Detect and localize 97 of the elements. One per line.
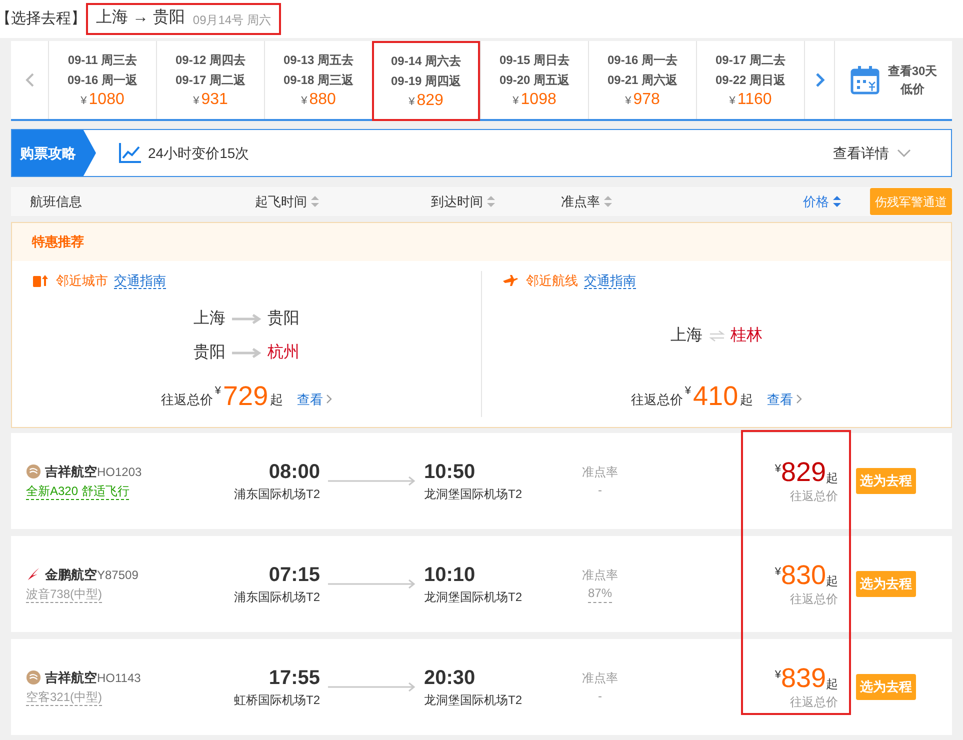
currency-sign: ¥ — [214, 384, 222, 399]
date-tab[interactable]: 09-12 周四去 09-17 周二返 ¥931 — [156, 41, 264, 119]
currency-sign: ¥ — [774, 462, 781, 477]
page-title: 【选择去程】 — [0, 8, 86, 29]
card-tag: 邻近城市 — [56, 271, 108, 290]
price-suffix: 起 — [826, 573, 838, 590]
sort-column[interactable]: 价格 — [803, 192, 863, 212]
price-suffix: 起 — [826, 470, 838, 487]
sort-column[interactable]: 起飞时间 — [255, 192, 431, 212]
airline-name: 金鹏航空Y87509 — [45, 566, 138, 584]
card-tag: 邻近航线 — [526, 271, 578, 290]
date-tab[interactable]: 09-15 周日去 09-20 周五返 ¥1098 — [480, 41, 588, 119]
departure-airport: 浦东国际机场T2 — [234, 486, 320, 503]
sort-icon — [833, 196, 841, 207]
date-tab[interactable]: 09-11 周三去 09-16 周一返 ¥1080 — [48, 41, 156, 119]
city-name: 杭州 — [268, 342, 300, 363]
city-name: 桂林 — [730, 326, 762, 346]
guide-label: 购票攻略 — [12, 130, 96, 176]
date-tab[interactable]: 09-17 周二去 09-22 周日返 ¥1160 — [696, 41, 804, 119]
price-label: 往返总价 — [790, 694, 838, 711]
airline-logo-icon — [26, 567, 41, 582]
price-label: 往返总价 — [160, 390, 213, 408]
departure-airport: 浦东国际机场T2 — [234, 589, 320, 606]
route-date: 09月14号 周六 — [192, 12, 271, 29]
details-link[interactable]: 查看详情 — [833, 142, 911, 164]
aircraft-type: 波音738(中型) — [26, 586, 102, 604]
chevron-right-icon — [326, 394, 332, 404]
calendar-link[interactable]: 查看30天 低价 — [834, 41, 952, 119]
round-trip-icon — [708, 330, 724, 342]
ontime-rate: 87% — [588, 584, 612, 602]
chevron-left-icon — [24, 72, 34, 88]
city-transfer-icon — [32, 272, 50, 289]
date-tab[interactable]: 09-14 周六去 09-19 周四返 ¥829 — [372, 41, 480, 121]
trend-chart-icon — [118, 142, 142, 164]
ontime-label: 准点率 — [582, 670, 618, 687]
chevron-right-icon — [814, 72, 824, 88]
arrival-time: 10:10 — [424, 563, 476, 588]
sort-icon — [604, 196, 612, 207]
aircraft-type: 全新A320 舒适飞行 — [26, 483, 130, 500]
route-title: 上海 → 贵阳 — [96, 8, 185, 28]
date-tab[interactable]: 09-16 周一去 09-21 周六返 ¥978 — [588, 41, 696, 119]
city-name: 贵阳 — [268, 308, 300, 329]
flight-price: 830 — [780, 560, 826, 590]
price-label: 往返总价 — [790, 591, 838, 608]
price-suffix: 起 — [826, 676, 838, 693]
arrow-icon — [232, 348, 262, 358]
price-suffix: 起 — [270, 390, 284, 408]
departure-time: 07:15 — [268, 563, 320, 588]
departure-time: 17:55 — [268, 666, 320, 691]
price-suffix: 起 — [740, 390, 754, 408]
airline-logo-icon — [26, 670, 41, 685]
currency-sign: ¥ — [774, 565, 781, 580]
chevron-down-icon — [897, 149, 911, 157]
section-title: 特惠推荐 — [32, 233, 84, 252]
airline-logo-icon — [26, 464, 41, 479]
ontime-label: 准点率 — [582, 464, 618, 481]
ontime-label: 准点率 — [582, 566, 618, 584]
aircraft-type: 空客321(中型) — [26, 689, 102, 706]
airline-name: 吉祥航空HO1203 — [45, 462, 142, 481]
route-arrow-icon — [328, 579, 416, 589]
sort-icon — [311, 196, 319, 207]
ontime-rate: - — [598, 688, 602, 705]
transport-guide-link[interactable]: 交通指南 — [584, 272, 636, 289]
arrival-time: 10:50 — [424, 460, 476, 485]
deal-price: 729 — [223, 381, 268, 411]
arrival-time: 20:30 — [424, 666, 476, 691]
ontime-rate: - — [598, 482, 602, 499]
departure-airport: 虹桥国际机场T2 — [234, 692, 320, 709]
flight-price: 839 — [780, 663, 826, 693]
sort-column[interactable]: 准点率 — [561, 192, 803, 212]
plane-transfer-icon — [502, 272, 520, 289]
chevron-right-icon — [796, 394, 802, 404]
view-link[interactable]: 查看 — [297, 390, 332, 409]
price-change-text: 24小时变价15次 — [148, 144, 250, 162]
city-name: 贵阳 — [194, 342, 226, 363]
city-name: 上海 — [670, 326, 702, 346]
sort-icon — [487, 196, 495, 207]
arrival-airport: 龙洞堡国际机场T2 — [424, 692, 522, 709]
route-arrow-icon — [328, 682, 416, 692]
city-name: 上海 — [194, 308, 226, 329]
view-link[interactable]: 查看 — [767, 390, 802, 409]
flight-price: 829 — [780, 457, 826, 487]
price-label: 往返总价 — [790, 488, 838, 505]
calendar-icon — [850, 65, 880, 95]
route-arrow-icon — [328, 476, 416, 486]
currency-sign: ¥ — [774, 668, 781, 683]
sort-column[interactable]: 航班信息 — [11, 192, 255, 212]
airline-name: 吉祥航空HO1143 — [45, 668, 141, 687]
currency-sign: ¥ — [684, 384, 692, 399]
arrival-airport: 龙洞堡国际机场T2 — [424, 486, 522, 503]
arrival-airport: 龙洞堡国际机场T2 — [424, 589, 522, 606]
transport-guide-link[interactable]: 交通指南 — [114, 272, 166, 289]
arrow-icon — [232, 314, 262, 324]
price-label: 往返总价 — [630, 390, 683, 408]
departure-time: 08:00 — [268, 460, 320, 485]
deal-price: 410 — [693, 381, 738, 411]
sort-column[interactable]: 到达时间 — [431, 192, 561, 212]
